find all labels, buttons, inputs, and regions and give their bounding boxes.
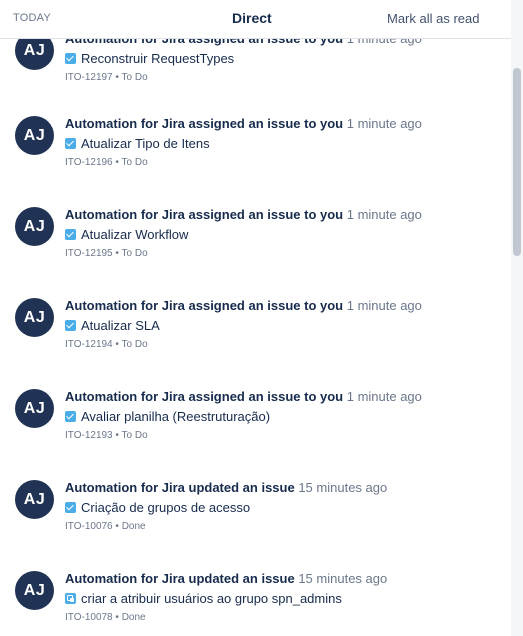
notification-time: 15 minutes ago — [298, 571, 388, 586]
notification-headline: Automation for Jira updated an issue 15 … — [65, 571, 387, 586]
issue-status: To Do — [121, 72, 148, 83]
issue-status: To Do — [121, 339, 148, 350]
issue-summary-row[interactable]: criar a atribuir usuários ao grupo spn_a… — [65, 591, 342, 606]
tab-direct[interactable]: Direct — [232, 10, 272, 26]
notification-time: 1 minute ago — [346, 116, 422, 131]
issue-summary-row[interactable]: Atualizar Workflow — [65, 227, 188, 242]
mark-all-as-read-link[interactable]: Mark all as read — [387, 11, 479, 26]
issue-summary[interactable]: Atualizar Workflow — [81, 227, 188, 242]
notification-list: AJ Automation for Jira assigned an issue… — [0, 0, 511, 636]
notification-headline: Automation for Jira assigned an issue to… — [65, 298, 422, 313]
issue-key[interactable]: ITO-12197 — [65, 72, 113, 83]
task-check-icon — [65, 502, 76, 513]
task-check-icon — [65, 229, 76, 240]
issue-summary[interactable]: Atualizar Tipo de Itens — [81, 136, 210, 151]
issue-key[interactable]: ITO-12194 — [65, 339, 113, 350]
issue-summary-row[interactable]: Reconstruir RequestTypes — [65, 51, 234, 66]
notification-time: 1 minute ago — [346, 298, 422, 313]
issue-summary[interactable]: Criação de grupos de acesso — [81, 500, 250, 515]
notification-item[interactable]: AJ Automation for Jira assigned an issue… — [0, 116, 511, 207]
issue-status: To Do — [121, 157, 148, 168]
issue-key[interactable]: ITO-10076 — [65, 521, 113, 532]
meta-separator: • — [112, 157, 122, 168]
notification-actor: Automation for Jira assigned an issue to… — [65, 207, 344, 222]
issue-summary-row[interactable]: Atualizar SLA — [65, 318, 160, 333]
issue-summary[interactable]: Reconstruir RequestTypes — [81, 51, 234, 66]
notification-time: 1 minute ago — [346, 389, 422, 404]
notification-headline: Automation for Jira assigned an issue to… — [65, 389, 422, 404]
issue-summary-row[interactable]: Avaliar planilha (Reestruturação) — [65, 409, 270, 424]
avatar[interactable]: AJ — [15, 389, 54, 428]
task-check-icon — [65, 53, 76, 64]
notification-actor: Automation for Jira assigned an issue to… — [65, 116, 344, 131]
issue-summary[interactable]: Avaliar planilha (Reestruturação) — [81, 409, 270, 424]
issue-key[interactable]: ITO-12195 — [65, 248, 113, 259]
notification-time: 15 minutes ago — [298, 480, 388, 495]
issue-meta: ITO-12193 • To Do — [65, 430, 148, 441]
issue-status: Done — [121, 612, 146, 623]
issue-key[interactable]: ITO-12193 — [65, 430, 113, 441]
issue-key[interactable]: ITO-12196 — [65, 157, 113, 168]
issue-status: To Do — [121, 430, 148, 441]
meta-separator: • — [112, 72, 122, 83]
notification-actor: Automation for Jira updated an issue — [65, 480, 295, 495]
notifications-panel: AJ Automation for Jira assigned an issue… — [0, 0, 523, 636]
meta-separator: • — [112, 339, 122, 350]
avatar[interactable]: AJ — [15, 207, 54, 246]
meta-separator: • — [112, 612, 122, 623]
issue-key[interactable]: ITO-10078 — [65, 612, 113, 623]
notification-headline: Automation for Jira updated an issue 15 … — [65, 480, 387, 495]
notification-item[interactable]: AJ Automation for Jira assigned an issue… — [0, 389, 511, 480]
issue-summary-row[interactable]: Criação de grupos de acesso — [65, 500, 250, 515]
section-label: TODAY — [13, 12, 51, 24]
notification-item[interactable]: AJ Automation for Jira assigned an issue… — [0, 207, 511, 298]
notification-item[interactable]: AJ Automation for Jira assigned an issue… — [0, 31, 511, 122]
issue-meta: ITO-12195 • To Do — [65, 248, 148, 259]
notification-actor: Automation for Jira assigned an issue to… — [65, 298, 344, 313]
notification-headline: Automation for Jira assigned an issue to… — [65, 116, 422, 131]
notification-item[interactable]: AJ Automation for Jira updated an issue … — [0, 480, 511, 571]
notification-actor: Automation for Jira assigned an issue to… — [65, 389, 344, 404]
notification-actor: Automation for Jira updated an issue — [65, 571, 295, 586]
issue-status: To Do — [121, 248, 148, 259]
avatar[interactable]: AJ — [15, 480, 54, 519]
notification-item[interactable]: AJ Automation for Jira updated an issue … — [0, 571, 511, 636]
meta-separator: • — [112, 430, 122, 441]
issue-meta: ITO-10076 • Done — [65, 521, 146, 532]
issue-meta: ITO-10078 • Done — [65, 612, 146, 623]
issue-summary[interactable]: criar a atribuir usuários ao grupo spn_a… — [81, 591, 342, 606]
notification-headline: Automation for Jira assigned an issue to… — [65, 207, 422, 222]
subtask-icon — [65, 593, 76, 604]
notification-time: 1 minute ago — [346, 207, 422, 222]
task-check-icon — [65, 138, 76, 149]
notification-item[interactable]: AJ Automation for Jira assigned an issue… — [0, 298, 511, 389]
issue-status: Done — [121, 521, 146, 532]
task-check-icon — [65, 411, 76, 422]
scrollbar-thumb[interactable] — [513, 68, 521, 256]
meta-separator: • — [112, 248, 122, 259]
task-check-icon — [65, 320, 76, 331]
avatar[interactable]: AJ — [15, 298, 54, 337]
issue-meta: ITO-12197 • To Do — [65, 72, 148, 83]
meta-separator: • — [112, 521, 122, 532]
avatar[interactable]: AJ — [15, 571, 54, 610]
notifications-header: TODAY Direct Mark all as read — [0, 0, 511, 39]
issue-meta: ITO-12194 • To Do — [65, 339, 148, 350]
issue-summary-row[interactable]: Atualizar Tipo de Itens — [65, 136, 210, 151]
issue-meta: ITO-12196 • To Do — [65, 157, 148, 168]
avatar[interactable]: AJ — [15, 116, 54, 155]
issue-summary[interactable]: Atualizar SLA — [81, 318, 160, 333]
vertical-scrollbar[interactable] — [511, 0, 523, 636]
